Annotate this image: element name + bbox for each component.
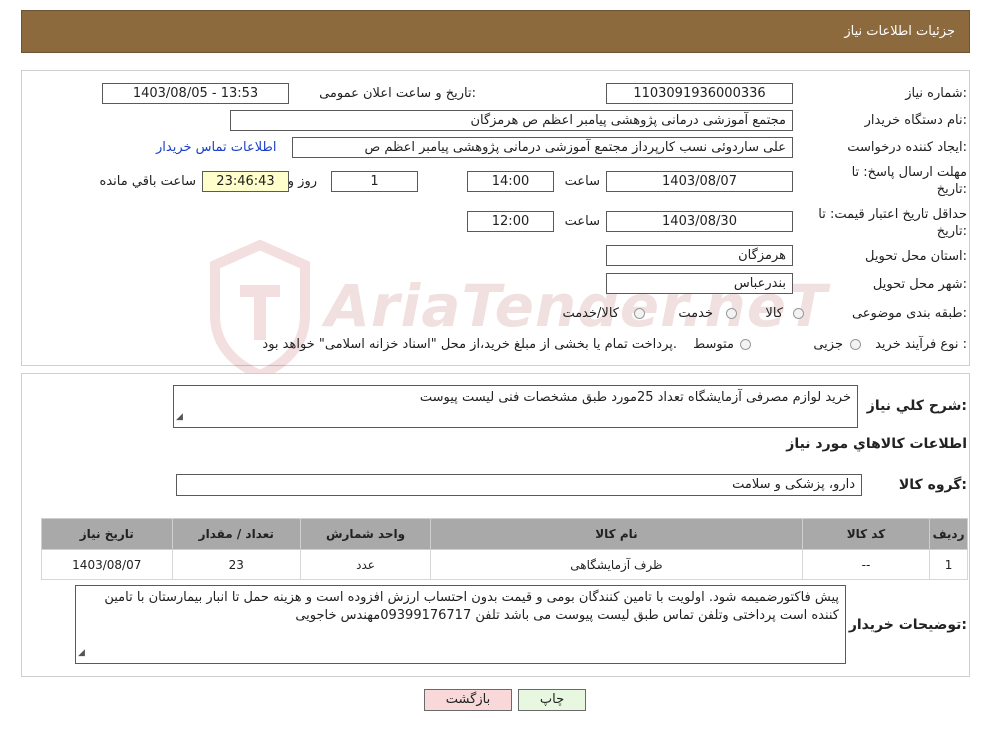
category-both-label: کالا/خدمت [562,306,619,321]
process-minor-label: جزیی [813,337,843,352]
requester-field: علی ساردوئی نسب کارپرداز مجتمع آموزشی در… [292,137,793,158]
col-unit: واحد شمارش [300,518,431,550]
deadline-date-field: 1403/08/07 [606,171,793,192]
deadline-time-field: 14:00 [467,171,554,192]
cell-need-date: 1403/08/07 [41,549,173,580]
remaining-time-field: 23:46:43 [202,171,289,192]
summary-text: خرید لوازم مصرفی آزمایشگاه تعداد 25مورد … [419,390,851,405]
process-medium-radio[interactable] [740,339,751,350]
province-field: هرمزگان [606,245,793,266]
deadline-label: مهلت ارسال پاسخ: تا [851,165,967,180]
validity-label: حداقل تاریخ اعتبار قیمت: تا [818,207,967,222]
back-button[interactable]: بازگشت [424,689,512,711]
buyer-notes-textarea[interactable]: پیش فاکتورضمیمه شود. اولویت با تامین کنن… [75,585,846,664]
city-field: بندرعباس [606,273,793,294]
deadline-time-label: ساعت [564,174,600,189]
goods-table: رديف کد کالا نام کالا واحد شمارش تعداد /… [41,518,968,580]
validity-time-field: 12:00 [467,211,554,232]
goods-table-header: رديف کد کالا نام کالا واحد شمارش تعداد /… [41,518,968,550]
category-goods-label: کالا [765,306,783,321]
days-label: روز و [287,174,317,189]
watermark-logo-icon [210,240,310,380]
page-title: جزئیات اطلاعات نیاز [844,24,955,39]
cell-unit: عدد [300,549,431,580]
announce-label: تاریخ و ساعت اعلان عمومی: [319,86,476,101]
print-button[interactable]: چاپ [518,689,586,711]
process-minor-radio[interactable] [850,339,861,350]
summary-textarea[interactable]: خرید لوازم مصرفی آزمایشگاه تعداد 25مورد … [173,385,858,428]
validity-time-label: ساعت [564,214,600,229]
col-item-code: کد کالا [801,518,931,550]
city-label: شهر محل تحویل: [872,277,967,292]
buyer-notes-label: توضیحات خریدار: [848,617,967,633]
validity-label-2: تاریخ: [936,224,967,239]
summary-label: شرح کلي نياز: [866,398,967,414]
days-field: 1 [331,171,418,192]
remaining-time-label: ساعت باقي مانده [99,174,196,189]
category-goods-radio[interactable] [793,308,804,319]
process-note: پرداخت تمام یا بخشی از مبلغ خرید،از محل … [262,337,677,352]
buyer-org-label: نام دستگاه خریدار: [864,113,967,128]
need-number-label: شماره نیاز: [905,86,967,101]
cell-quantity: 23 [171,549,302,580]
process-medium-label: متوسط [693,337,734,352]
cell-item-code: -- [801,549,931,580]
buyer-notes-text: پیش فاکتورضمیمه شود. اولویت با تامین کنن… [104,590,839,623]
category-label: طبقه بندی موضوعی: [851,306,967,321]
goods-group-label: گروه کالا: [898,477,967,493]
buyer-contact-link[interactable]: اطلاعات تماس خریدار [156,140,276,155]
goods-info-title: اطلاعات کالاهاي مورد نياز [786,436,967,452]
announce-field: 1403/08/05 - 13:53 [102,83,289,104]
cell-item-name: ظرف آزمایشگاهی [430,549,803,580]
buyer-org-field: مجتمع آموزشی درمانی پژوهشی پیامبر اعظم ص… [230,110,793,131]
col-item-name: نام کالا [430,518,803,550]
category-both-radio[interactable] [634,308,645,319]
resize-grip-icon: ◢ [176,412,183,422]
category-service-radio[interactable] [726,308,737,319]
need-number-field: 1103091936000336 [606,83,793,104]
resize-grip-icon: ◢ [78,648,85,658]
table-row: 1 -- ظرف آزمایشگاهی عدد 23 1403/08/07 [41,549,968,580]
goods-group-field: دارو، پزشکی و سلامت [176,474,862,496]
col-row-number: رديف [929,518,968,550]
deadline-label-2: تاریخ: [936,182,967,197]
cell-row-number: 1 [929,549,968,580]
page-header: جزئیات اطلاعات نیاز [21,10,970,53]
validity-date-field: 1403/08/30 [606,211,793,232]
category-service-label: خدمت [678,306,713,321]
col-need-date: تاریخ نیاز [41,518,173,550]
col-quantity: تعداد / مقدار [171,518,302,550]
province-label: استان محل تحویل: [865,249,967,264]
requester-label: ایجاد کننده درخواست: [847,140,967,155]
process-label: نوع فرآیند خرید : [875,337,967,352]
